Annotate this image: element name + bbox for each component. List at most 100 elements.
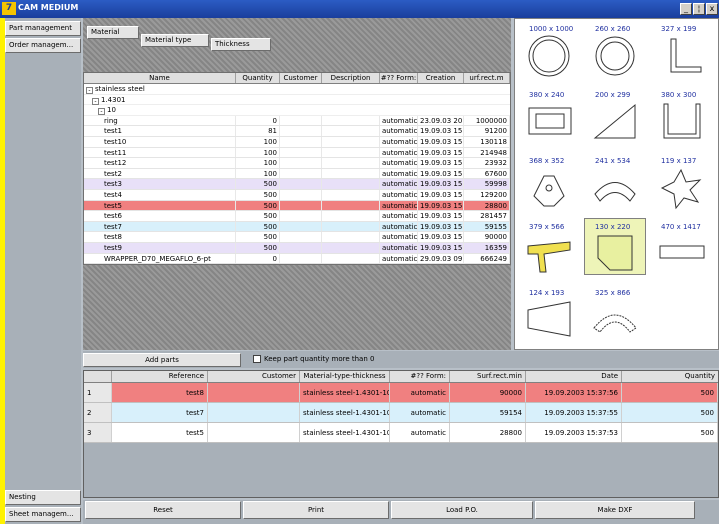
col-name[interactable]: Name [84, 73, 236, 83]
ring-shape-icon [528, 35, 570, 77]
shape-tile[interactable]: 1000 x 1000 [519, 21, 579, 77]
shape-tile[interactable]: 119 x 137 [651, 153, 711, 210]
col-customer2[interactable]: Customer [208, 371, 300, 382]
sheet-management-button[interactable]: Sheet managem... [5, 507, 81, 522]
cell-name: test8 [84, 232, 236, 242]
col-quantity[interactable]: Quantity [236, 73, 280, 83]
reset-button[interactable]: Reset [85, 501, 241, 519]
shape-tile[interactable]: 200 x 299 [585, 87, 645, 142]
tree-node-thickness[interactable]: -10 [84, 105, 510, 116]
table-row[interactable]: ring0 automatic23.09.03 20:11000000 [84, 115, 510, 127]
close-button[interactable]: x [706, 3, 718, 15]
shape-tile[interactable]: 241 x 534 [585, 153, 645, 208]
table-row[interactable]: test2100 automatic19.09.03 15:367600 [84, 168, 510, 180]
col-surf[interactable]: urf.rect.m [464, 73, 510, 83]
keep-quantity-option[interactable]: Keep part quantity more than 0 [253, 355, 374, 363]
shape-tile[interactable]: 325 x 866 [585, 285, 645, 340]
app-logo-icon: 7 [2, 2, 16, 15]
col-mtt[interactable]: Material-type-thickness [300, 371, 390, 382]
order-cell-num: 3 [84, 423, 112, 442]
order-cell-surf: 90000 [450, 383, 526, 402]
cell-qty: 500 [236, 232, 280, 242]
shape-tile[interactable]: 380 x 300 [651, 87, 711, 142]
col-surf2[interactable]: Surf.rect.min [450, 371, 526, 382]
shape-tile[interactable]: 470 x 1417 [651, 219, 711, 274]
cell-customer [280, 253, 322, 264]
order-cell-form: automatic [390, 423, 450, 442]
cell-description [322, 168, 380, 179]
table-row[interactable]: test4500 automatic19.09.03 15:3129200 [84, 189, 510, 201]
shape-tile[interactable]: 124 x 193 [519, 285, 579, 340]
rect-holes-shape-icon [528, 107, 572, 135]
table-row[interactable]: test11100 automatic19.09.03 15:3214948 [84, 147, 510, 159]
shape-tile[interactable]: 380 x 240 [519, 87, 579, 142]
print-button[interactable]: Print [243, 501, 389, 519]
minimize-button[interactable]: _ [680, 3, 692, 15]
thickness-filter[interactable]: Thickness [211, 38, 271, 51]
cell-description [322, 242, 380, 253]
make-dxf-button[interactable]: Make DXF [535, 501, 695, 519]
cell-name: test7 [84, 221, 236, 232]
table-row[interactable]: test12100 automatic19.09.03 15:323932 [84, 158, 510, 169]
keep-quantity-checkbox[interactable] [253, 355, 261, 363]
order-cell-surf: 59154 [450, 403, 526, 422]
cell-customer [280, 147, 322, 158]
table-row[interactable]: test8500 automatic19.09.03 15:390000 [84, 232, 510, 243]
col-blank [84, 371, 112, 382]
load-po-button[interactable]: Load P.O. [391, 501, 533, 519]
shape-tile[interactable]: 368 x 352 [519, 153, 579, 208]
filter-area: Material Material type Thickness [83, 18, 511, 72]
cell-qty: 500 [236, 179, 280, 189]
tree-node-type[interactable]: -1.4301 [84, 95, 510, 106]
cell-form: automatic [382, 179, 418, 189]
shape-tile[interactable]: 130 x 220 [584, 218, 646, 275]
table-row[interactable]: test5500 automatic19.09.03 15:328800 [84, 200, 510, 212]
cell-customer [280, 242, 322, 253]
order-cell-customer [208, 423, 300, 442]
cell-created: 19.09.03 15:3 [420, 136, 464, 147]
cell-name: test4 [84, 189, 236, 200]
material-filter[interactable]: Material [87, 26, 139, 39]
add-parts-button[interactable]: Add parts [83, 353, 241, 367]
triangle-shape-icon [593, 103, 636, 139]
col-creation[interactable]: Creation [418, 73, 464, 83]
col-description[interactable]: Description [322, 73, 380, 83]
table-row[interactable]: test7500 automatic19.09.03 15:359155 [84, 221, 510, 233]
order-cell-date: 19.09.2003 15:37:55 [526, 403, 622, 422]
shape-size-label: 124 x 193 [529, 289, 565, 297]
cell-description [322, 158, 380, 168]
order-row[interactable]: 3 test5 stainless steel-1.4301-10 automatic… [84, 423, 718, 443]
col-form[interactable]: #?? Form: [380, 73, 418, 83]
part-management-button[interactable]: Part management [5, 21, 81, 36]
col-reference[interactable]: Reference [112, 371, 208, 382]
nesting-button[interactable]: Nesting [5, 490, 81, 505]
cell-created: 19.09.03 15:3 [420, 179, 464, 189]
cell-form: automatic [382, 158, 418, 168]
cell-qty: 500 [236, 200, 280, 211]
col-customer[interactable]: Customer [280, 73, 322, 83]
table-row[interactable]: test10100 automatic19.09.03 15:3130118 [84, 136, 510, 148]
col-form2[interactable]: #?? Form: [390, 371, 450, 382]
perforated-arc-shape-icon [593, 314, 637, 333]
table-row[interactable]: test9500 automatic19.09.03 15:316359 [84, 242, 510, 254]
tree-node-material[interactable]: - stainless steel [84, 84, 510, 95]
table-row[interactable]: test6500 automatic19.09.03 15:3281457 [84, 211, 510, 222]
order-management-button[interactable]: Order managem... [5, 38, 81, 53]
cell-qty: 500 [236, 211, 280, 221]
cell-created: 19.09.03 15:3 [420, 158, 464, 168]
order-row[interactable]: 2 test7 stainless steel-1.4301-10 automatic… [84, 403, 718, 423]
cell-surf: 1000000 [464, 115, 510, 126]
shape-tile[interactable]: 327 x 199 [651, 21, 711, 76]
parts-tree-area: Name Quantity Customer Description #?? F… [83, 72, 511, 350]
table-row[interactable]: test3500 automatic19.09.03 15:359998 [84, 179, 510, 190]
col-date[interactable]: Date [526, 371, 622, 382]
restore-button[interactable]: ¦ [693, 3, 705, 15]
shape-size-label: 130 x 220 [595, 223, 631, 231]
material-type-filter[interactable]: Material type [141, 34, 209, 47]
col-qty2[interactable]: Quantity [622, 371, 718, 382]
table-row[interactable]: test181 automatic19.09.03 15:391200 [84, 126, 510, 137]
table-row[interactable]: WRAPPER_D70_MEGAFLO_6-pt 0 automatic 29.09.… [84, 253, 510, 265]
order-row[interactable]: 1 test8 stainless steel-1.4301-10 automatic… [84, 383, 718, 403]
shape-tile[interactable]: 379 x 566 [519, 219, 579, 274]
shape-tile[interactable]: 260 x 260 [585, 21, 645, 76]
